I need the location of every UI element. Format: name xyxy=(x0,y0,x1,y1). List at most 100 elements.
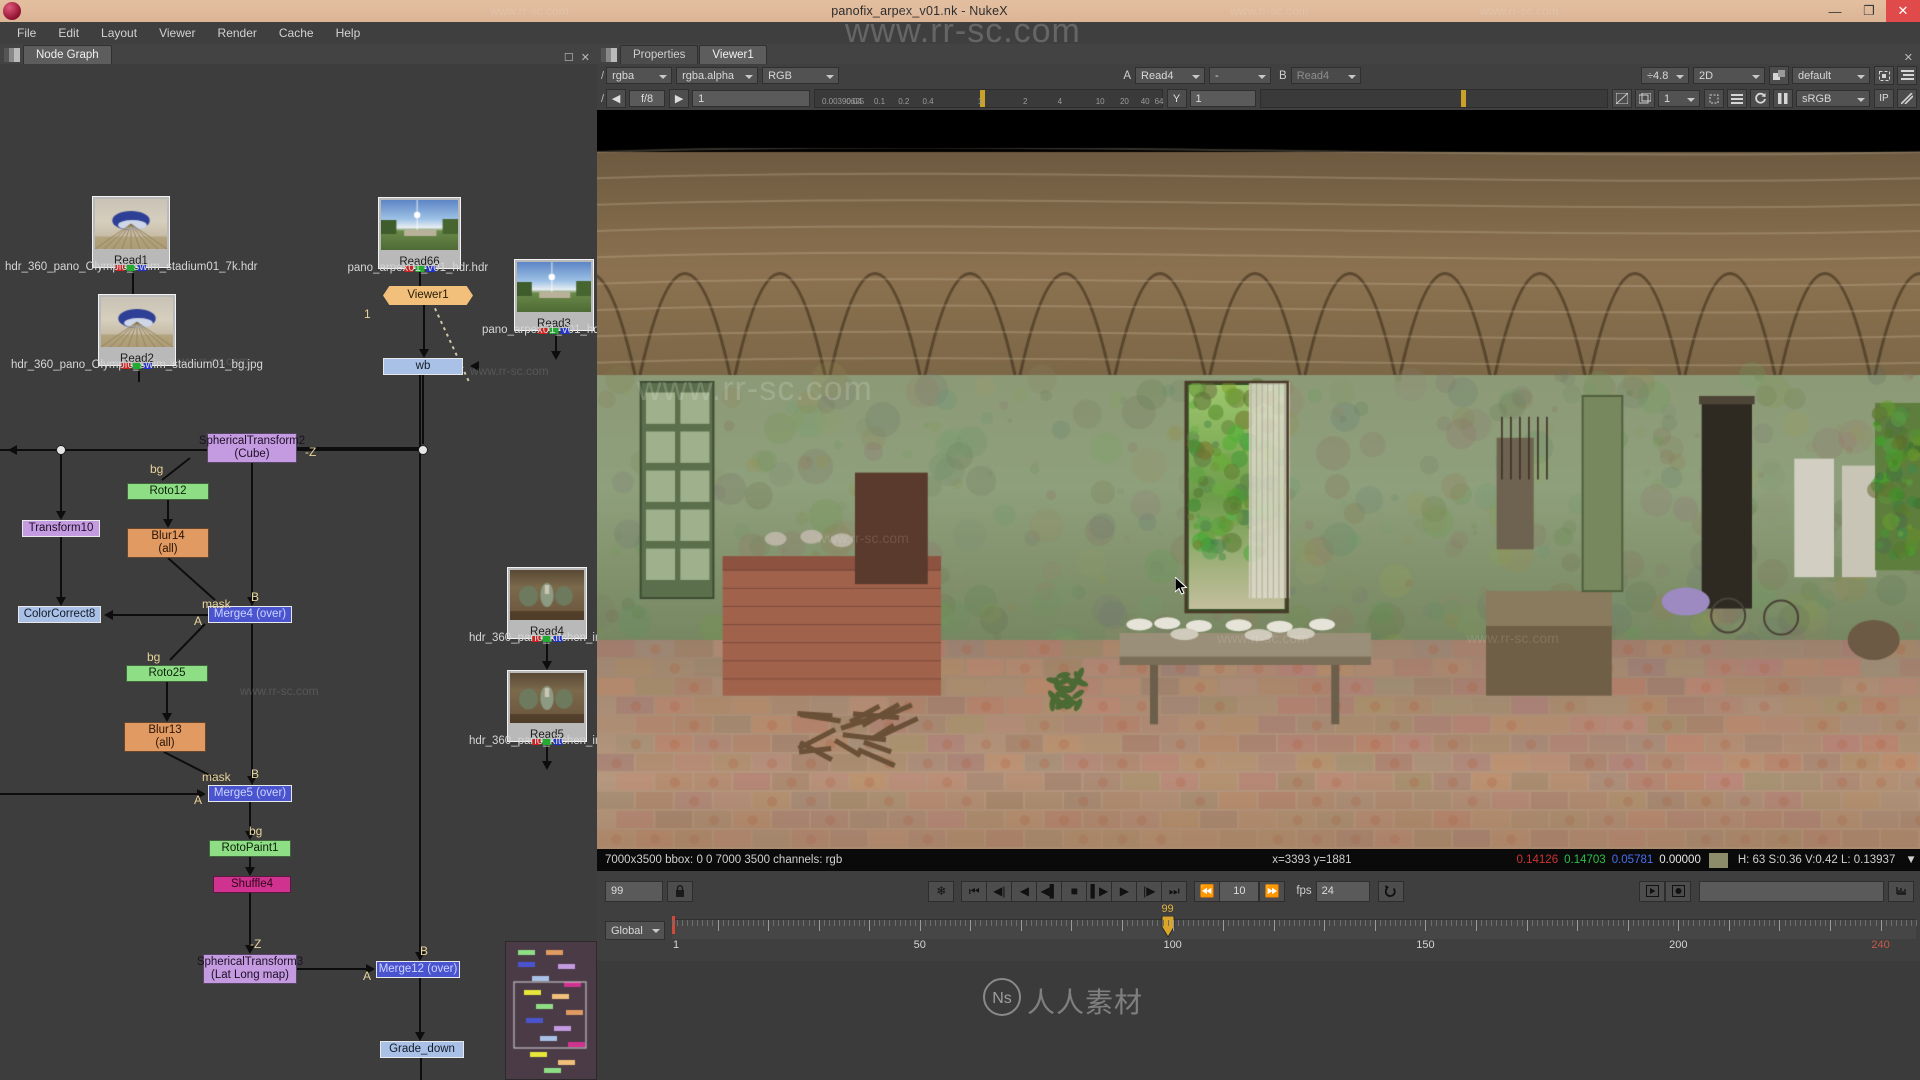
gamma-slider-knob[interactable] xyxy=(1461,90,1466,107)
node-merge12-over[interactable]: Merge12 (over) xyxy=(376,961,460,978)
pipe-junction-dot[interactable] xyxy=(418,445,428,455)
loop-icon[interactable] xyxy=(1378,881,1404,902)
menu-item-layout[interactable]: Layout xyxy=(90,24,148,42)
node-grade-down[interactable]: Grade_down xyxy=(380,1041,464,1058)
input-a-combo[interactable]: Read4 xyxy=(1135,67,1205,84)
node-sphericaltransform3[interactable]: SphericalTransform3 (Lat Long map) xyxy=(203,954,297,984)
layout-icon[interactable] xyxy=(1897,66,1917,85)
goto-start-button[interactable]: ⏮ xyxy=(961,881,987,902)
node-wb[interactable]: wb xyxy=(383,358,463,375)
clip-warning-icon[interactable] xyxy=(1612,89,1632,108)
node-transform10[interactable]: Transform10 xyxy=(22,520,100,537)
frame-range-picker-button[interactable] xyxy=(1888,881,1914,902)
node-roto12[interactable]: Roto12 xyxy=(127,483,209,500)
zoom-combo[interactable]: ÷4.8 xyxy=(1641,67,1689,84)
menu-item-edit[interactable]: Edit xyxy=(47,24,90,42)
menu-item-cache[interactable]: Cache xyxy=(268,24,325,42)
read-node[interactable]: Read3 xyxy=(514,259,594,331)
close-button[interactable]: ✕ xyxy=(1886,0,1920,22)
step-forward-button[interactable]: ▌▶ xyxy=(1086,881,1112,902)
record-icon[interactable] xyxy=(1665,881,1691,902)
read-node[interactable]: Read66 xyxy=(378,197,461,269)
full-frame-icon[interactable] xyxy=(1635,89,1655,108)
gain-slider[interactable]: 0.00390625 0.04 0.1 0.2 0.4 1 2 4 10 20 40 64 xyxy=(814,89,1162,108)
menu-item-help[interactable]: Help xyxy=(325,24,372,42)
node-sphericaltransform2[interactable]: SphericalTransform2 (Cube) xyxy=(207,433,297,463)
node-colorcorrect8[interactable]: ColorCorrect8 xyxy=(18,606,101,623)
close-pane-icon[interactable]: ✕ xyxy=(581,51,590,64)
refresh-icon[interactable] xyxy=(1750,89,1770,108)
frame-lock-button[interactable]: ❄ xyxy=(928,881,954,902)
proxy-icon[interactable] xyxy=(1769,66,1789,85)
viewer-viewport[interactable]: www.rr-sc.com www.rr-sc.com www.rr-sc.co… xyxy=(597,110,1920,849)
pause-icon[interactable] xyxy=(1773,89,1793,108)
node-graph-canvas[interactable]: Read1 hdr_360_pano_Olympic_swim_stadium01… xyxy=(0,64,597,1080)
gain-stop-label[interactable]: f/8 xyxy=(629,90,665,107)
view-mode-combo[interactable]: 2D xyxy=(1693,67,1765,84)
colorspace-combo[interactable]: sRGB xyxy=(1796,90,1870,107)
range-mode-combo[interactable]: Global xyxy=(605,921,665,940)
play-forward-button[interactable]: ▶ xyxy=(1111,881,1137,902)
roi-icon[interactable] xyxy=(1874,66,1894,85)
wipe-mode-combo[interactable]: - xyxy=(1209,67,1271,84)
menu-item-file[interactable]: File xyxy=(6,24,47,42)
node-merge5-over[interactable]: Merge5 (over) xyxy=(208,785,292,802)
node-roto25[interactable]: Roto25 xyxy=(126,665,208,682)
next-keyframe-button[interactable]: |▶ xyxy=(1136,881,1162,902)
playback-mode-icon[interactable] xyxy=(1639,881,1665,902)
lock-icon[interactable] xyxy=(667,881,693,902)
gain-value-field[interactable]: 1 xyxy=(692,90,810,107)
play-backward-button[interactable]: ◀ xyxy=(1011,881,1037,902)
checkerboard-icon[interactable] xyxy=(1727,89,1747,108)
stop-button[interactable]: ■ xyxy=(1061,881,1087,902)
decrease-increment-button[interactable]: ⏪ xyxy=(1194,881,1220,902)
menu-item-viewer[interactable]: Viewer xyxy=(148,24,206,42)
channel-set-combo[interactable]: rgba xyxy=(606,67,672,84)
tab-viewer1[interactable]: Viewer1 xyxy=(699,45,766,64)
pipe-junction-dot[interactable] xyxy=(56,445,66,455)
fps-field[interactable]: 24 xyxy=(1316,881,1370,902)
display-channel-combo[interactable]: RGB xyxy=(762,67,839,84)
close-pane-icon[interactable]: ✕ xyxy=(1904,51,1913,64)
frame-increment-field[interactable]: 10 xyxy=(1219,881,1259,902)
gamma-value-field[interactable]: 1 xyxy=(1190,90,1256,107)
frame-range-field[interactable] xyxy=(1699,881,1884,902)
tab-node-graph[interactable]: Node Graph xyxy=(23,45,112,64)
menu-item-render[interactable]: Render xyxy=(207,24,268,42)
ip-button[interactable]: IP xyxy=(1874,89,1894,108)
node-graph-minimap[interactable] xyxy=(505,941,597,1080)
read-node[interactable]: Read1 xyxy=(92,196,170,268)
tab-properties[interactable]: Properties xyxy=(620,45,698,64)
timeline-ruler[interactable]: 99 xyxy=(672,919,1916,939)
float-pane-icon[interactable]: ☐ xyxy=(564,51,574,64)
increase-increment-button[interactable]: ⏩ xyxy=(1259,881,1285,902)
maximize-button[interactable]: ❐ xyxy=(1852,0,1886,22)
timeline-bar[interactable]: Global 99 50 100 150 200 240 1 xyxy=(597,911,1920,961)
viewer-process-combo[interactable]: default xyxy=(1792,67,1870,84)
node-viewer1[interactable]: Viewer1 xyxy=(383,286,473,305)
stripes-icon[interactable] xyxy=(1897,89,1917,108)
read-node[interactable]: Read4 xyxy=(507,567,587,639)
gain-decrement-button[interactable]: ◀ xyxy=(606,89,626,108)
channel-combo[interactable]: rgba.alpha xyxy=(676,67,758,84)
gamma-slider[interactable] xyxy=(1260,89,1608,108)
current-frame-field[interactable]: 99 xyxy=(605,881,663,902)
node-blur13[interactable]: Blur13 (all) xyxy=(124,722,206,752)
gain-increment-button[interactable]: ▶ xyxy=(669,89,689,108)
downrez-combo[interactable]: 1 xyxy=(1658,90,1700,107)
goto-end-button[interactable]: ⏭ xyxy=(1161,881,1187,902)
read-node[interactable]: Read5 xyxy=(507,670,587,742)
roi-toggle-icon[interactable] xyxy=(1704,89,1724,108)
node-rotopaint1[interactable]: RotoPaint1 xyxy=(209,840,291,857)
node-shuffle4[interactable]: Shuffle4 xyxy=(213,876,291,893)
input-b-combo[interactable]: Read4 xyxy=(1291,67,1361,84)
chevron-down-icon[interactable]: ▼ xyxy=(1905,854,1916,866)
timeline-tick xyxy=(1324,920,1325,931)
prev-keyframe-button[interactable]: ◀| xyxy=(986,881,1012,902)
step-back-button[interactable]: ◀▌ xyxy=(1036,881,1062,902)
minimize-button[interactable]: — xyxy=(1818,0,1852,22)
pane-grip-icon[interactable] xyxy=(601,48,617,62)
read-node[interactable]: Read2 xyxy=(98,294,176,366)
node-blur14[interactable]: Blur14 (all) xyxy=(127,528,209,558)
pane-grip-icon[interactable] xyxy=(4,48,20,62)
